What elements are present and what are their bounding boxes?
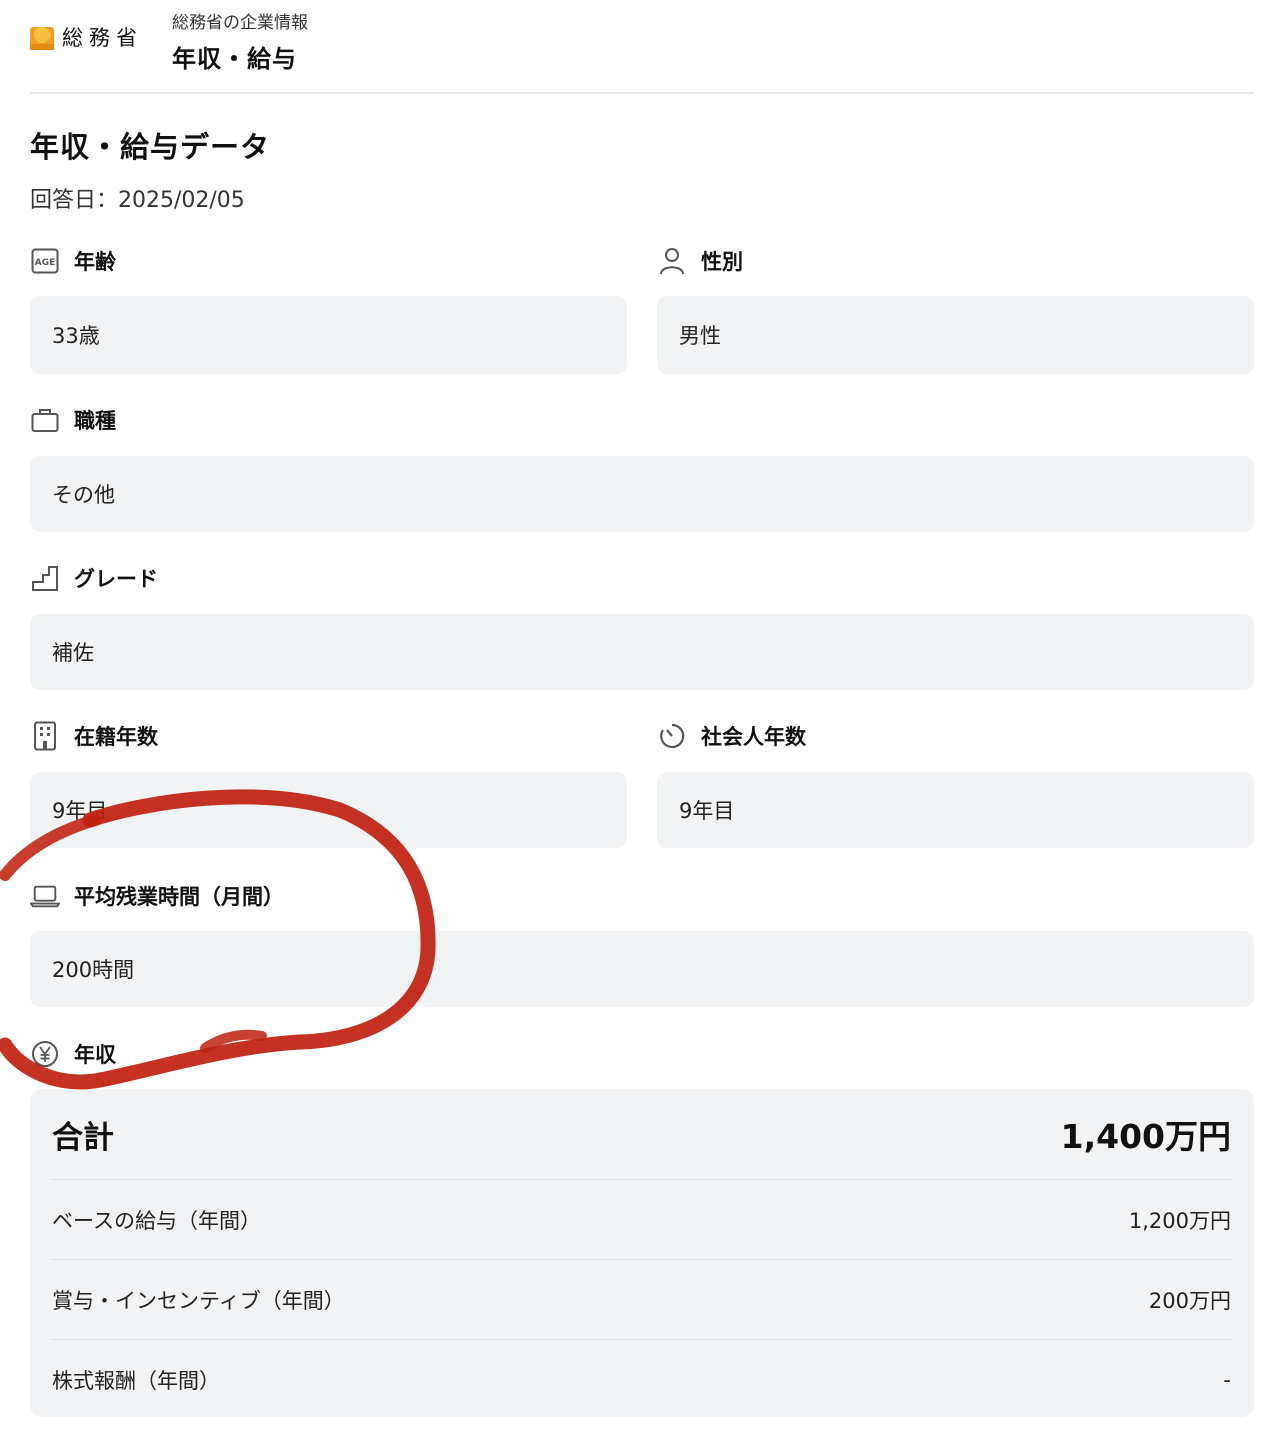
page-title: 年収・給与データ bbox=[30, 130, 271, 164]
grade-label: グレード bbox=[30, 562, 158, 594]
income-row: 株式報酬（年間） - bbox=[52, 1340, 1231, 1419]
gender-value: 男性 bbox=[657, 296, 1254, 374]
yen-icon bbox=[30, 1039, 60, 1069]
grade-label-text: グレード bbox=[74, 567, 158, 591]
brand-logo[interactable]: 総務省 bbox=[30, 22, 143, 52]
briefcase-icon bbox=[30, 405, 60, 435]
income-row-label: 賞与・インセンティブ（年間） bbox=[52, 1288, 345, 1313]
timer-icon bbox=[657, 721, 687, 751]
overtime-label: 平均残業時間（月間） bbox=[30, 880, 284, 912]
income-label-text: 年収 bbox=[74, 1043, 116, 1067]
page-header: 総務省 総務省の企業情報 年収・給与 bbox=[30, 0, 1254, 94]
stairs-icon bbox=[30, 563, 60, 593]
income-label: 年収 bbox=[30, 1038, 116, 1070]
income-row-value: - bbox=[1223, 1367, 1231, 1392]
income-row-label: ベースの給与（年間） bbox=[52, 1208, 261, 1233]
breadcrumb: 総務省の企業情報 年収・給与 bbox=[172, 8, 308, 74]
gender-label-text: 性別 bbox=[701, 250, 743, 274]
job-label: 職種 bbox=[30, 404, 116, 436]
breadcrumb-company[interactable]: 総務省の企業情報 bbox=[172, 8, 308, 33]
age-label: AGE 年齢 bbox=[30, 245, 116, 277]
svg-text:AGE: AGE bbox=[35, 258, 56, 268]
income-total-label: 合計 bbox=[52, 1119, 114, 1156]
brand-name: 総務省 bbox=[62, 26, 143, 50]
income-total-value: 1,400万円 bbox=[1060, 1117, 1231, 1156]
breadcrumb-title: 年収・給与 bbox=[172, 45, 297, 73]
income-breakdown: 合計 1,400万円 ベースの給与（年間） 1,200万円 賞与・インセンティブ… bbox=[30, 1089, 1254, 1417]
tenure-label: 在籍年数 bbox=[30, 720, 158, 752]
income-total-row: 合計 1,400万円 bbox=[52, 1089, 1231, 1180]
answer-date: 回答日：2025/02/05 bbox=[30, 188, 245, 213]
career-value: 9年目 bbox=[657, 772, 1254, 848]
age-label-text: 年齢 bbox=[74, 250, 116, 274]
building-icon bbox=[30, 721, 60, 751]
age-icon: AGE bbox=[30, 246, 60, 276]
income-row-value: 1,200万円 bbox=[1128, 1208, 1231, 1233]
income-row: 賞与・インセンティブ（年間） 200万円 bbox=[52, 1260, 1231, 1340]
overtime-value: 200時間 bbox=[30, 931, 1254, 1007]
age-value: 33歳 bbox=[30, 296, 627, 374]
tenure-value: 9年目 bbox=[30, 772, 627, 848]
person-icon bbox=[657, 246, 687, 276]
job-label-text: 職種 bbox=[74, 409, 116, 433]
laptop-icon bbox=[30, 881, 60, 911]
income-row-label: 株式報酬（年間） bbox=[52, 1368, 220, 1393]
grade-value: 補佐 bbox=[30, 614, 1254, 690]
logo-icon bbox=[30, 27, 54, 50]
career-label: 社会人年数 bbox=[657, 720, 806, 752]
income-row-value: 200万円 bbox=[1148, 1288, 1231, 1313]
tenure-label-text: 在籍年数 bbox=[74, 725, 158, 749]
overtime-label-text: 平均残業時間（月間） bbox=[74, 885, 284, 909]
gender-label: 性別 bbox=[657, 245, 743, 277]
career-label-text: 社会人年数 bbox=[701, 725, 806, 749]
job-value: その他 bbox=[30, 456, 1254, 532]
income-row: ベースの給与（年間） 1,200万円 bbox=[52, 1180, 1231, 1260]
